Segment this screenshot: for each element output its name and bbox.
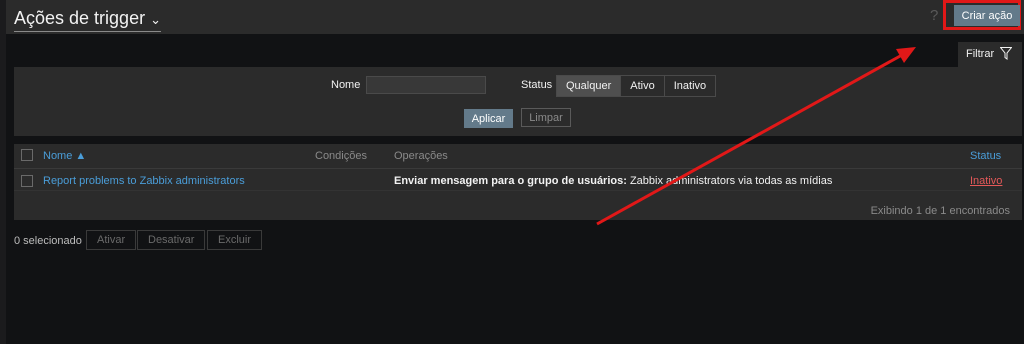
chevron-down-icon[interactable]: ⌄	[150, 10, 161, 30]
enable-button[interactable]: Ativar	[86, 230, 137, 250]
create-action-button[interactable]: Criar ação	[954, 5, 1020, 26]
clear-button[interactable]: Limpar	[521, 108, 571, 127]
header-divider	[14, 168, 1022, 169]
name-label: Nome	[331, 79, 361, 91]
actions-table: Nome ▲ Condições Operações Status Report…	[14, 144, 1022, 220]
status-toggle-link[interactable]: Inativo	[970, 175, 1002, 187]
results-count: Exibindo 1 de 1 encontrados	[870, 205, 1010, 217]
page-title-text: Ações de trigger	[14, 8, 146, 28]
filter-icon	[1000, 47, 1012, 60]
status-option-ativo[interactable]: Ativo	[621, 76, 665, 96]
row-divider	[14, 190, 1022, 191]
apply-button[interactable]: Aplicar	[464, 109, 513, 128]
page-header: Ações de trigger ⌄ ?	[6, 0, 1024, 34]
operation-rest: Zabbix administrators via todas as mídia…	[626, 175, 833, 187]
selected-count: 0 selecionado	[14, 235, 82, 247]
column-status-header[interactable]: Status	[970, 150, 1001, 162]
filter-panel: Nome Status Qualquer Ativo Inativo Aplic…	[14, 67, 1022, 136]
annotation-arrow-head	[896, 47, 916, 63]
filter-tab-label: Filtrar	[966, 48, 995, 60]
operation-text: Enviar mensagem para o grupo de usuários…	[394, 175, 832, 187]
filter-tab[interactable]: Filtrar	[958, 42, 1022, 67]
status-option-inativo[interactable]: Inativo	[664, 76, 716, 96]
left-edge-strip	[0, 0, 6, 344]
delete-button[interactable]: Excluir	[207, 230, 263, 250]
help-icon[interactable]: ?	[930, 7, 938, 24]
status-option-qualquer[interactable]: Qualquer	[557, 76, 622, 96]
column-operations-header: Operações	[394, 150, 448, 162]
column-conditions-header: Condições	[315, 150, 367, 162]
row-checkbox[interactable]	[21, 175, 33, 187]
name-input[interactable]	[366, 76, 486, 94]
select-all-checkbox[interactable]	[21, 149, 33, 161]
page-title[interactable]: Ações de trigger ⌄	[14, 8, 161, 32]
status-segmented-control: Qualquer Ativo Inativo	[556, 75, 717, 97]
column-name-header[interactable]: Nome ▲	[43, 150, 86, 162]
action-name-link[interactable]: Report problems to Zabbix administrators	[43, 175, 245, 187]
disable-button[interactable]: Desativar	[137, 230, 206, 250]
status-label: Status	[521, 79, 553, 91]
operation-bold: Enviar mensagem para o grupo de usuários…	[394, 175, 627, 187]
